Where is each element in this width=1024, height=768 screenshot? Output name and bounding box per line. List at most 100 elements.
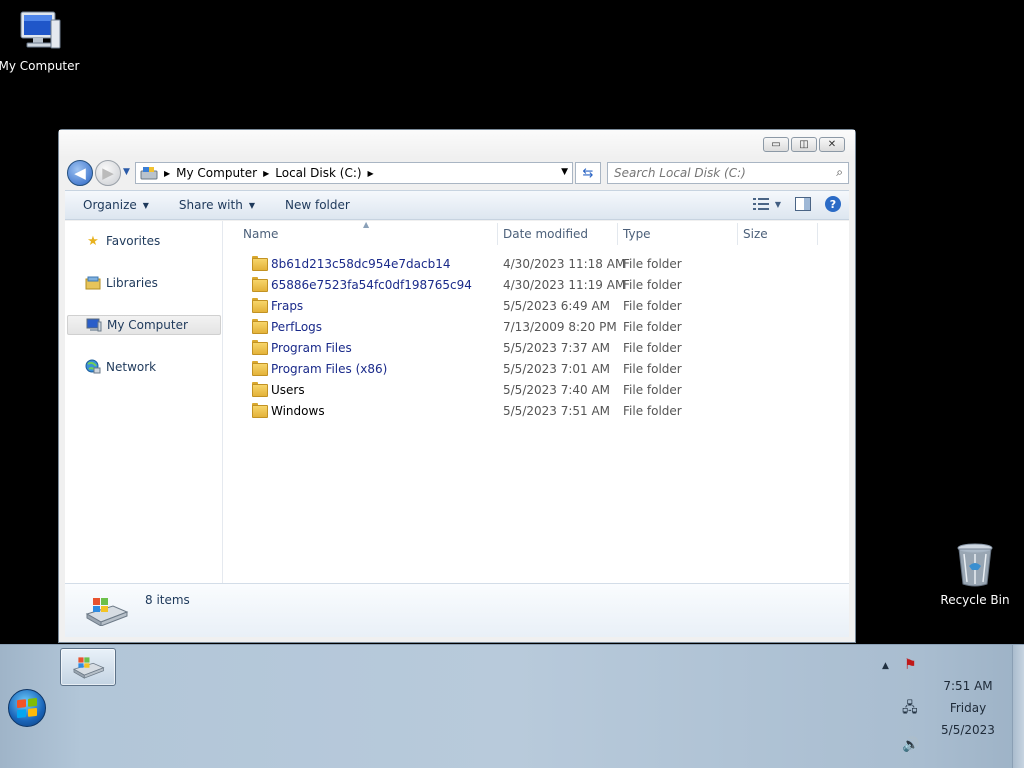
table-row[interactable]: Program Files (x86) 5/5/2023 7:01 AM Fil… <box>237 358 849 379</box>
taskbar: ▲ ⚑ 🖧 🔊 7:51 AM Friday 5/5/2023 <box>0 644 1024 768</box>
file-date: 5/5/2023 7:37 AM <box>503 341 611 355</box>
file-type: File folder <box>623 320 682 334</box>
nav-item-label: Libraries <box>106 276 158 290</box>
nav-item-network[interactable]: Network <box>67 357 221 377</box>
details-pane: 8 items <box>65 583 849 637</box>
breadcrumb-separator-icon[interactable]: ▶ <box>368 169 374 178</box>
share-with-button[interactable]: Share with ▼ <box>161 198 267 212</box>
navigation-pane: ★ Favorites Libraries My Computer Networ… <box>65 221 223 583</box>
taskbar-button-explorer[interactable] <box>60 648 116 686</box>
window-titlebar[interactable]: ▭ ◫ ✕ <box>59 130 855 158</box>
minimize-button[interactable]: ▭ <box>763 137 789 152</box>
search-icon[interactable]: ⌕ <box>836 165 843 180</box>
table-row[interactable]: Program Files 5/5/2023 7:37 AM File fold… <box>237 337 849 358</box>
organize-button[interactable]: Organize ▼ <box>65 198 161 212</box>
column-header-name[interactable]: Name <box>243 227 278 241</box>
table-row[interactable]: 65886e7523fa54fc0df198765c94 4/30/2023 1… <box>237 274 849 295</box>
nav-item-favorites[interactable]: ★ Favorites <box>67 231 221 251</box>
file-name: Fraps <box>271 299 304 313</box>
refresh-icon: ⇆ <box>582 165 594 181</box>
desktop-icon-recycle-bin[interactable]: Recycle Bin <box>930 542 1020 607</box>
search-input[interactable] <box>608 163 818 183</box>
share-with-label: Share with <box>178 198 243 212</box>
table-row[interactable]: Fraps 5/5/2023 6:49 AM File folder <box>237 295 849 316</box>
folder-icon <box>251 340 268 355</box>
file-type: File folder <box>623 257 682 271</box>
file-list: ▲ Name Date modified Type Size 8b61d213c… <box>237 220 849 583</box>
item-count: 8 items <box>145 593 190 607</box>
libraries-icon <box>85 276 101 290</box>
breadcrumb-local-disk[interactable]: Local Disk (C:) <box>275 166 361 180</box>
column-divider[interactable] <box>497 223 498 245</box>
table-row[interactable]: Windows 5/5/2023 7:51 AM File folder <box>237 400 849 421</box>
column-divider[interactable] <box>817 223 818 245</box>
restore-icon: ◫ <box>799 139 809 150</box>
refresh-button[interactable]: ⇆ <box>575 162 601 184</box>
forward-button[interactable]: ▶ <box>95 160 121 186</box>
preview-pane-icon[interactable] <box>795 197 811 211</box>
start-button[interactable] <box>8 689 46 727</box>
file-type: File folder <box>623 341 682 355</box>
file-type: File folder <box>623 362 682 376</box>
clock-date: 5/5/2023 <box>941 723 995 737</box>
table-row[interactable]: PerfLogs 7/13/2009 8:20 PM File folder <box>237 316 849 337</box>
file-type: File folder <box>623 278 682 292</box>
address-dropdown-icon[interactable]: ▼ <box>561 167 568 177</box>
file-type: File folder <box>623 404 682 418</box>
address-bar[interactable]: ▶ My Computer ▶ Local Disk (C:) ▶ ▼ <box>135 162 573 184</box>
volume-icon[interactable]: 🔊 <box>902 737 919 753</box>
column-divider[interactable] <box>737 223 738 245</box>
nav-item-my-computer[interactable]: My Computer <box>67 315 221 335</box>
folder-icon <box>251 256 268 271</box>
restore-button[interactable]: ◫ <box>791 137 817 152</box>
folder-icon <box>251 277 268 292</box>
folder-icon <box>251 298 268 313</box>
toolbar-right-controls: ▼ ? <box>752 196 841 212</box>
new-folder-label: New folder <box>284 198 350 212</box>
table-row[interactable]: Users 5/5/2023 7:40 AM File folder <box>237 379 849 400</box>
chevron-down-icon: ▼ <box>142 200 149 210</box>
action-center-flag-icon[interactable]: ⚑ <box>904 657 917 673</box>
network-icon <box>85 359 101 374</box>
nav-item-label: Network <box>106 360 157 374</box>
recycle-bin-icon <box>957 543 993 587</box>
show-hidden-icons-button[interactable]: ▲ <box>882 661 889 671</box>
file-date: 5/5/2023 7:01 AM <box>503 362 611 376</box>
breadcrumb-separator-icon[interactable]: ▶ <box>263 169 269 178</box>
close-button[interactable]: ✕ <box>819 137 845 152</box>
network-status-icon[interactable]: 🖧 <box>902 697 918 721</box>
computer-icon <box>20 11 61 49</box>
star-icon: ★ <box>87 233 99 249</box>
minimize-icon: ▭ <box>771 139 781 150</box>
recent-pages-dropdown[interactable]: ▼ <box>123 167 130 177</box>
new-folder-button[interactable]: New folder <box>267 198 362 212</box>
desktop-icon-label: My Computer <box>0 59 80 73</box>
desktop-icon-my-computer[interactable]: My Computer <box>0 8 84 73</box>
column-divider[interactable] <box>617 223 618 245</box>
taskbar-clock[interactable]: 7:51 AM Friday 5/5/2023 <box>938 675 998 741</box>
search-box[interactable]: ⌕ <box>607 162 849 184</box>
nav-item-label: Favorites <box>106 234 161 248</box>
folder-icon <box>251 319 268 334</box>
help-icon[interactable]: ? <box>825 196 841 212</box>
column-header-type[interactable]: Type <box>623 227 651 241</box>
file-type: File folder <box>623 383 682 397</box>
file-date: 5/5/2023 7:40 AM <box>503 383 611 397</box>
file-name: Users <box>271 383 305 397</box>
breadcrumb-separator-icon[interactable]: ▶ <box>164 169 170 178</box>
view-options-button[interactable]: ▼ <box>752 198 781 210</box>
back-button[interactable]: ◀ <box>67 160 93 186</box>
show-desktop-button[interactable] <box>1012 645 1024 768</box>
chevron-down-icon: ▼ <box>248 200 255 210</box>
explorer-content: ★ Favorites Libraries My Computer Networ… <box>65 220 849 583</box>
chevron-down-icon: ▼ <box>774 199 781 209</box>
file-name: PerfLogs <box>271 320 323 334</box>
column-header-date[interactable]: Date modified <box>503 227 588 241</box>
sort-ascending-icon: ▲ <box>363 220 370 229</box>
nav-item-libraries[interactable]: Libraries <box>67 273 221 293</box>
breadcrumb-my-computer[interactable]: My Computer <box>176 166 257 180</box>
table-row[interactable]: 8b61d213c58dc954e7dacb14 4/30/2023 11:18… <box>237 253 849 274</box>
clock-time: 7:51 AM <box>943 679 993 693</box>
column-header-size[interactable]: Size <box>743 227 768 241</box>
forward-arrow-icon: ▶ <box>102 164 114 182</box>
